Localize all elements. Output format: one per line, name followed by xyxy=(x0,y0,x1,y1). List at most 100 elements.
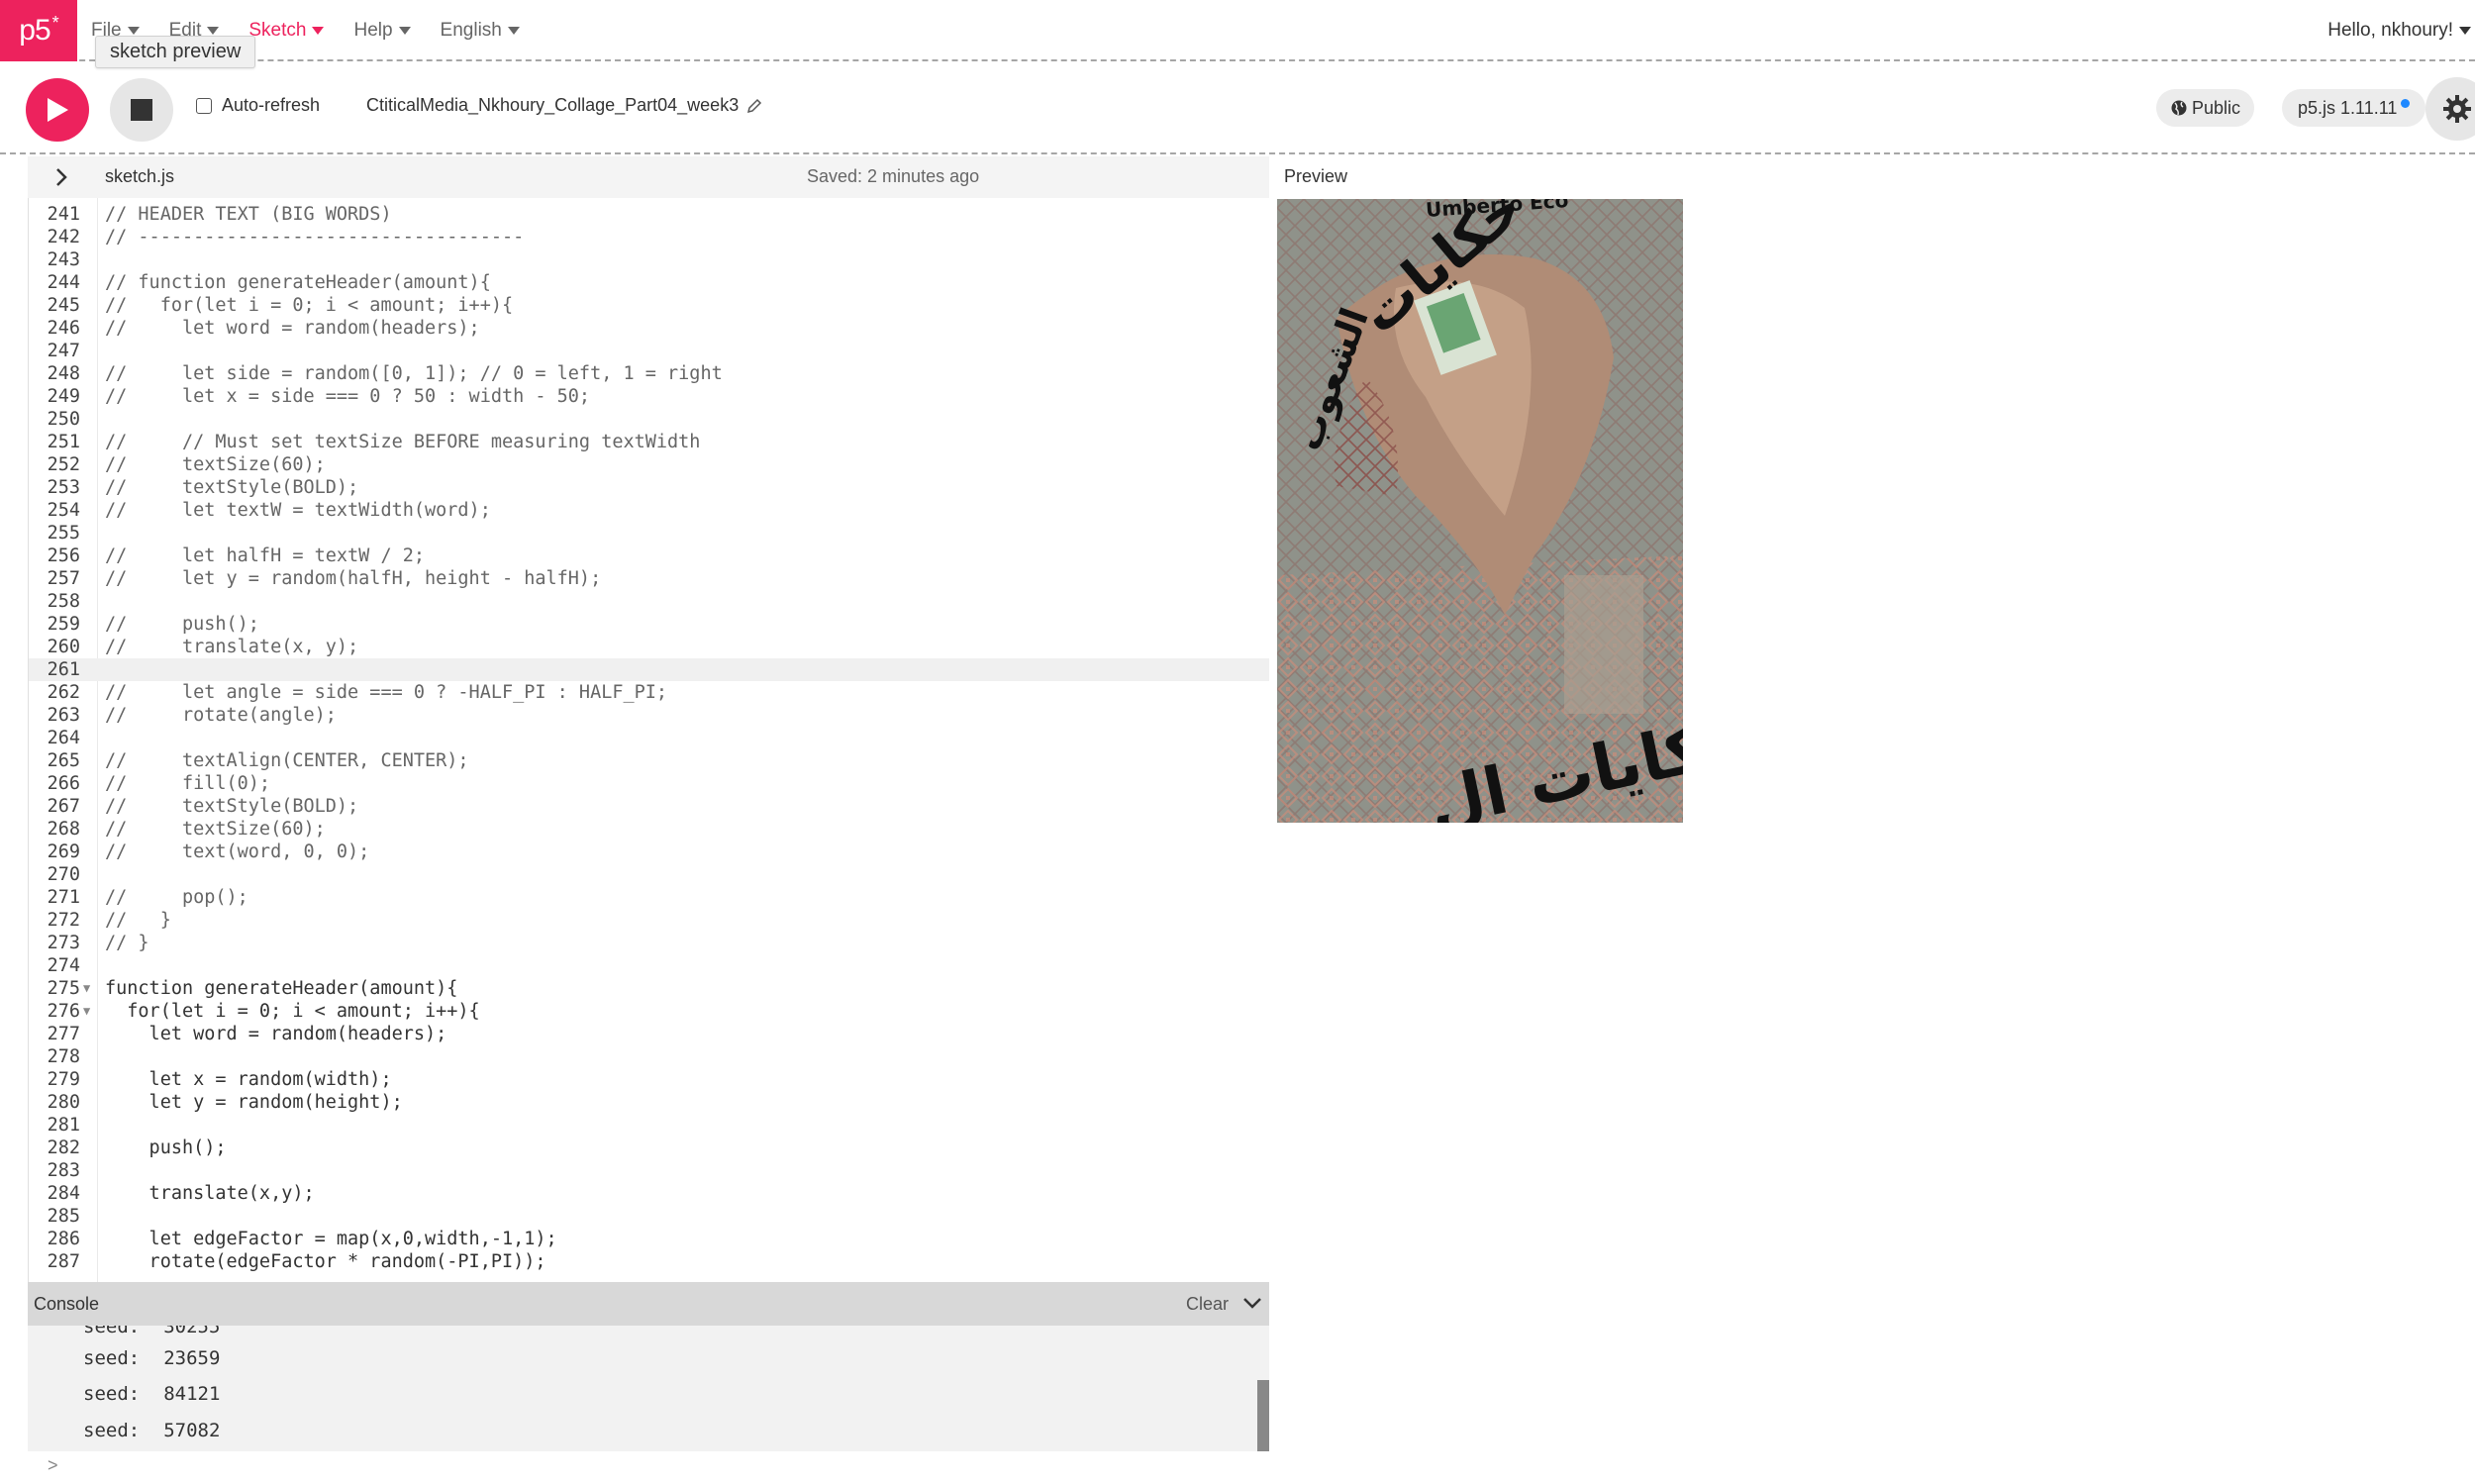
code-line: 252 // textSize(60); xyxy=(29,453,1269,476)
code-line: 249 // let x = side === 0 ? 50 : width - … xyxy=(29,385,1269,408)
line-number: 287 xyxy=(47,1251,80,1272)
code-text: // fill(0); xyxy=(105,773,271,794)
code-line: 242 // ----------------------------------… xyxy=(29,226,1269,248)
code-text: // function generateHeader(amount){ xyxy=(105,272,491,293)
line-number: 274 xyxy=(47,955,80,976)
play-button[interactable] xyxy=(26,78,89,142)
code-text: function generateHeader(amount){ xyxy=(105,978,458,999)
console-value: 23659 xyxy=(163,1347,221,1369)
code-line: 247 xyxy=(29,340,1269,362)
auto-refresh-checkbox[interactable] xyxy=(196,97,212,114)
menu-english[interactable]: English xyxy=(441,20,520,42)
user-menu[interactable]: Hello, nkhoury! xyxy=(2327,0,2471,61)
console-scrollbar[interactable] xyxy=(1257,1380,1269,1451)
line-number: 283 xyxy=(47,1160,80,1181)
code-line: 257 // let y = random(halfH, height - hal… xyxy=(29,567,1269,590)
fold-arrow-icon[interactable]: ▼ xyxy=(83,977,90,1000)
toolbar: Auto-refresh CtiticalMedia_Nkhoury_Colla… xyxy=(0,63,2475,154)
stop-button[interactable] xyxy=(110,78,173,142)
version-button[interactable]: p5.js 1.11.11 xyxy=(2282,89,2426,127)
code-line: 255 xyxy=(29,522,1269,544)
console-title: Console xyxy=(34,1294,100,1314)
code-line: 258 xyxy=(29,590,1269,613)
code-text: // translate(x, y); xyxy=(105,637,359,657)
code-text: // HEADER TEXT (BIG WORDS) xyxy=(105,204,392,225)
top-nav: p5 * File Edit Sketch Help English Hello, nkh… xyxy=(0,0,2475,61)
line-number: 242 xyxy=(47,227,80,247)
line-number: 246 xyxy=(47,318,80,339)
code-line: 260 // translate(x, y); xyxy=(29,636,1269,658)
code-line: 267 // textStyle(BOLD); xyxy=(29,795,1269,818)
auto-refresh-toggle[interactable]: Auto-refresh xyxy=(196,95,320,116)
code-line: 262 // let angle = side === 0 ? -HALF_PI … xyxy=(29,681,1269,704)
line-number: 252 xyxy=(47,454,80,475)
line-number: 248 xyxy=(47,363,80,384)
code-text: // textStyle(BOLD); xyxy=(105,796,359,817)
saved-status: Saved: 2 minutes ago xyxy=(807,166,980,186)
code-editor[interactable]: 241 // HEADER TEXT (BIG WORDS) 242 // -----… xyxy=(28,198,1269,1282)
line-number: 262 xyxy=(47,682,80,703)
code-text: // let y = random(halfH, height - halfH)… xyxy=(105,568,602,589)
code-text: // } xyxy=(105,933,149,953)
code-text: // textStyle(BOLD); xyxy=(105,477,359,498)
auto-refresh-label: Auto-refresh xyxy=(222,95,321,115)
preview-label: Preview xyxy=(1284,166,1348,186)
code-text: push(); xyxy=(105,1138,227,1158)
p5-logo[interactable]: p5 * xyxy=(0,0,77,61)
fold-arrow-icon[interactable]: ▼ xyxy=(83,1000,90,1023)
code-lines: 241 // HEADER TEXT (BIG WORDS) 242 // -----… xyxy=(29,203,1269,1273)
file-tab-sketch-js[interactable]: sketch.js xyxy=(105,166,174,187)
line-number: 263 xyxy=(47,705,80,726)
menu-sketch[interactable]: Sketch xyxy=(248,20,325,42)
user-greeting: Hello, nkhoury! xyxy=(2327,20,2453,41)
sketch-preview-tooltip: sketch preview xyxy=(95,36,256,68)
code-line: 276 ▼ for(let i = 0; i < amount; i++){ xyxy=(29,1000,1269,1023)
code-line: 263 // rotate(angle); xyxy=(29,704,1269,727)
line-number: 261 xyxy=(47,659,80,680)
preview-canvas[interactable]: حكايات الشعوب حكايات ال Umberto Eco xyxy=(1277,199,1683,823)
code-line: 254 // let textW = textWidth(word); xyxy=(29,499,1269,522)
code-line: 256 // let halfH = textW / 2; xyxy=(29,544,1269,567)
code-text: for(let i = 0; i < amount; i++){ xyxy=(105,1001,480,1022)
sketch-name[interactable]: CtiticalMedia_Nkhoury_Collage_Part04_wee… xyxy=(366,95,762,116)
line-number: 247 xyxy=(47,341,80,361)
code-text: // let side = random([0, 1]); // 0 = lef… xyxy=(105,363,723,384)
chevron-down-icon xyxy=(312,27,325,35)
code-text: // let angle = side === 0 ? -HALF_PI : H… xyxy=(105,682,668,703)
line-number: 268 xyxy=(47,819,80,840)
visibility-button[interactable]: Public xyxy=(2156,89,2255,127)
line-number: 243 xyxy=(47,249,80,270)
line-number: 284 xyxy=(47,1183,80,1204)
chevron-down-icon[interactable] xyxy=(1241,1292,1263,1314)
code-line: 283 xyxy=(29,1159,1269,1182)
pencil-icon[interactable] xyxy=(746,98,762,114)
line-number: 285 xyxy=(47,1206,80,1227)
code-line: 266 // fill(0); xyxy=(29,772,1269,795)
line-number: 265 xyxy=(47,750,80,771)
line-number: 259 xyxy=(47,614,80,635)
menu-help[interactable]: Help xyxy=(353,20,411,42)
code-text: let edgeFactor = map(x,0,width,-1,1); xyxy=(105,1229,557,1249)
code-line: 280 let y = random(height); xyxy=(29,1091,1269,1114)
code-text: // text(word, 0, 0); xyxy=(105,841,370,862)
gear-icon xyxy=(2443,95,2471,123)
settings-button[interactable] xyxy=(2426,77,2475,141)
code-text: // push(); xyxy=(105,614,259,635)
line-number: 266 xyxy=(47,773,80,794)
console-row: seed: 57082 xyxy=(83,1420,220,1441)
chevron-down-icon xyxy=(2459,27,2471,35)
line-number: 244 xyxy=(47,272,80,293)
line-number: 264 xyxy=(47,728,80,748)
line-number: 281 xyxy=(47,1115,80,1136)
console-value: 30255 xyxy=(163,1326,221,1337)
expand-sidebar-button[interactable] xyxy=(28,156,95,198)
console-value: 84121 xyxy=(163,1383,221,1405)
console-value: 57082 xyxy=(163,1420,221,1441)
console-clear-button[interactable]: Clear xyxy=(1186,1294,1229,1315)
line-number: 255 xyxy=(47,523,80,544)
line-number: 251 xyxy=(47,432,80,452)
line-number: 260 xyxy=(47,637,80,657)
console-row: seed: 23659 xyxy=(83,1347,220,1369)
logo-text: p5 xyxy=(19,14,50,47)
console-input[interactable]: > xyxy=(28,1451,1269,1484)
